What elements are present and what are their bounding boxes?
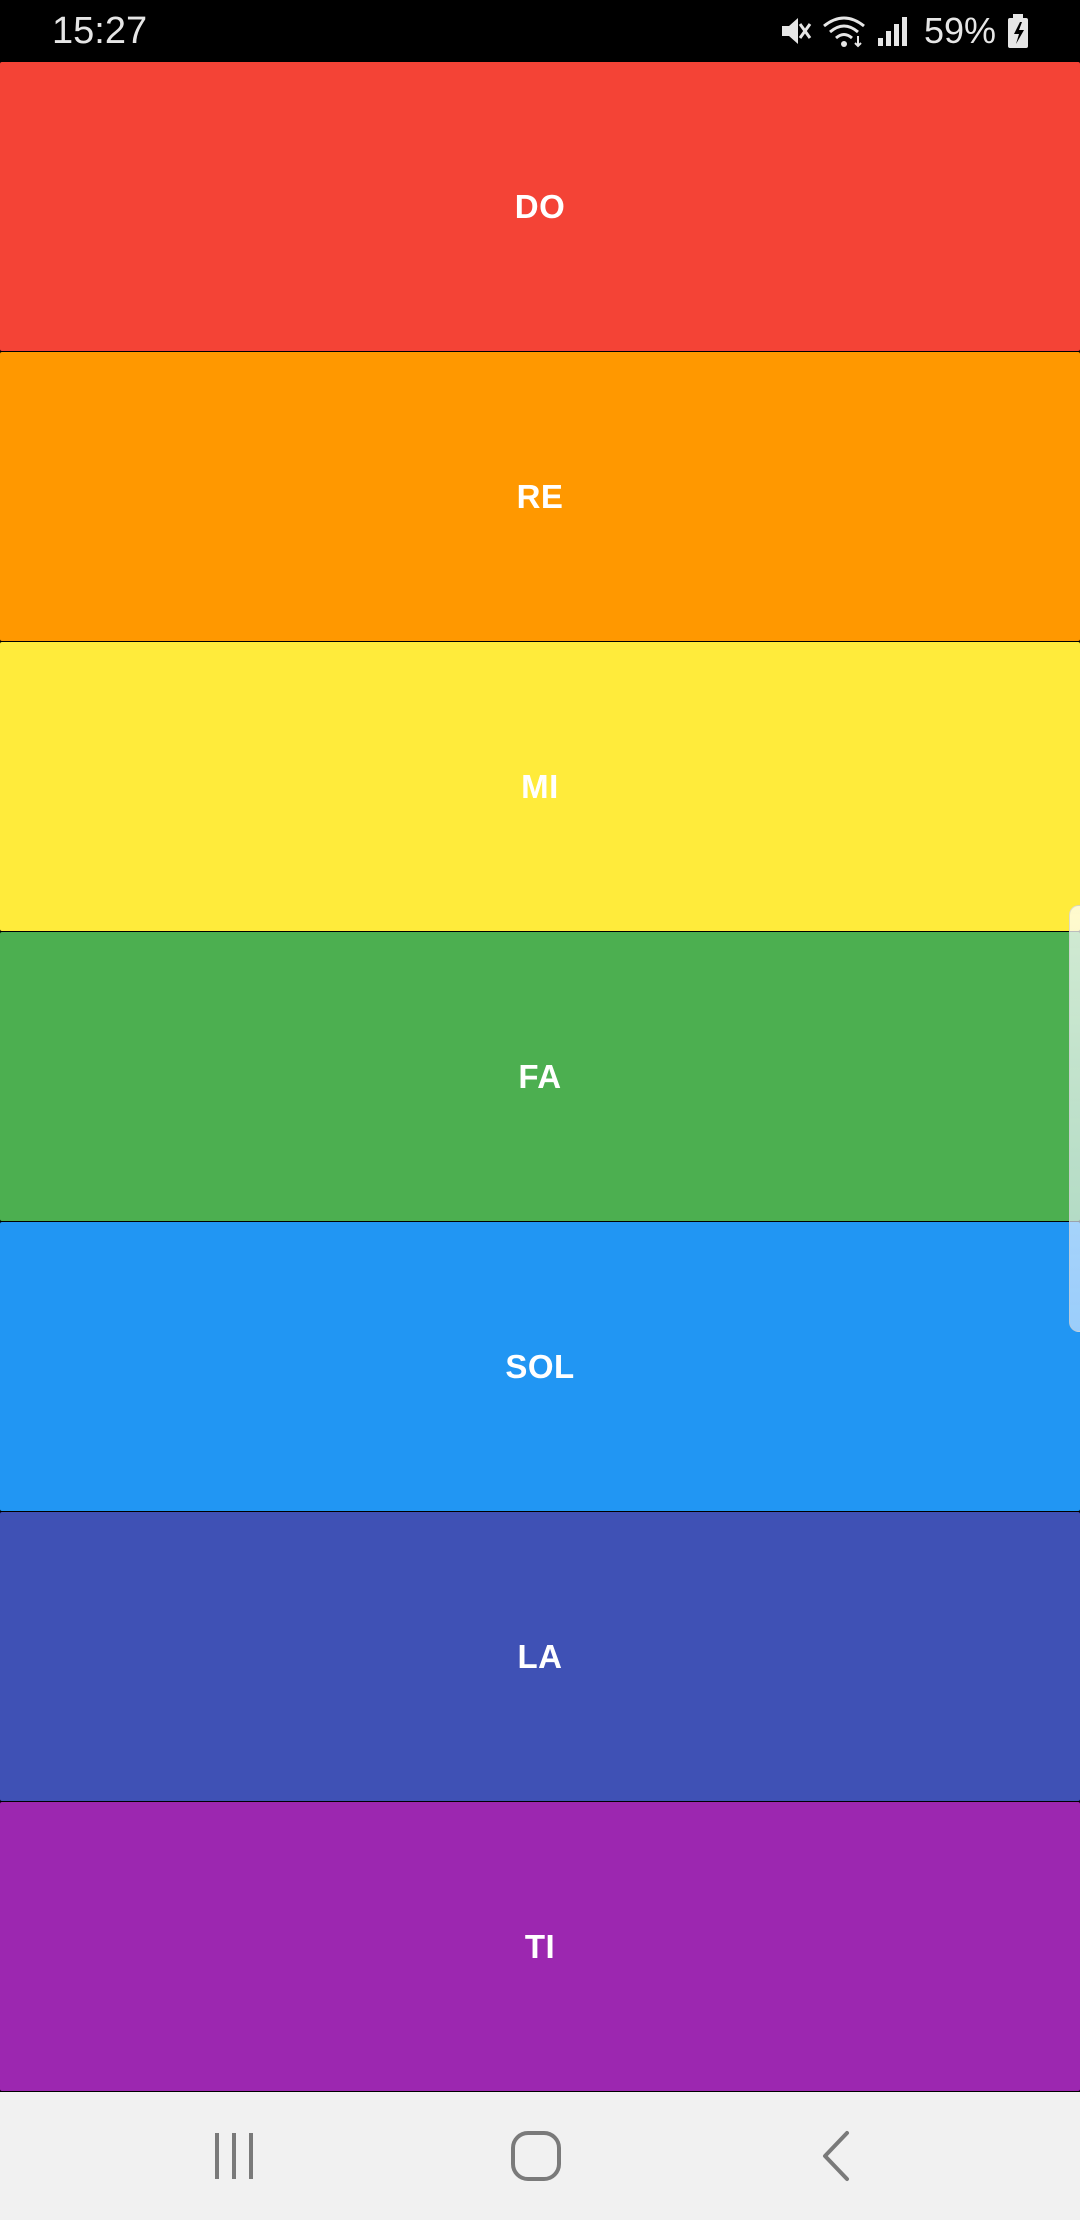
app-screen: 15:27 59% DO RE MI FA SOL LA TI (0, 0, 1080, 2220)
key-sol-button[interactable]: SOL (0, 1222, 1080, 1511)
key-ti-button[interactable]: TI (0, 1802, 1080, 2091)
status-icons: 59% (778, 8, 1030, 54)
key-label: TI (524, 1927, 556, 1965)
recent-apps-icon (211, 2131, 257, 2181)
recent-apps-button[interactable] (179, 2116, 289, 2196)
status-time: 15:27 (52, 10, 148, 52)
key-label: SOL (505, 1347, 575, 1385)
key-fa-button[interactable]: FA (0, 932, 1080, 1221)
battery-percent: 59% (923, 10, 996, 51)
back-icon (817, 2130, 853, 2182)
key-label: DO (514, 187, 566, 225)
status-bar: 15:27 59% (0, 0, 1080, 62)
back-button[interactable] (780, 2116, 890, 2196)
key-label: RE (516, 477, 564, 515)
edge-panel-handle[interactable] (1069, 905, 1080, 1332)
key-re-button[interactable]: RE (0, 352, 1080, 641)
home-icon (510, 2130, 562, 2182)
home-button[interactable] (481, 2116, 591, 2196)
key-label: LA (517, 1637, 563, 1675)
navigation-bar (0, 2092, 1080, 2220)
wifi-icon (822, 14, 866, 48)
key-label: MI (521, 767, 559, 805)
signal-icon (876, 14, 910, 48)
note-key-list: DO RE MI FA SOL LA TI (0, 62, 1080, 2092)
key-do-button[interactable]: DO (0, 62, 1080, 351)
key-la-button[interactable]: LA (0, 1512, 1080, 1801)
mute-icon (778, 14, 812, 48)
battery-charging-icon (1006, 13, 1030, 49)
key-mi-button[interactable]: MI (0, 642, 1080, 931)
key-label: FA (518, 1057, 562, 1095)
